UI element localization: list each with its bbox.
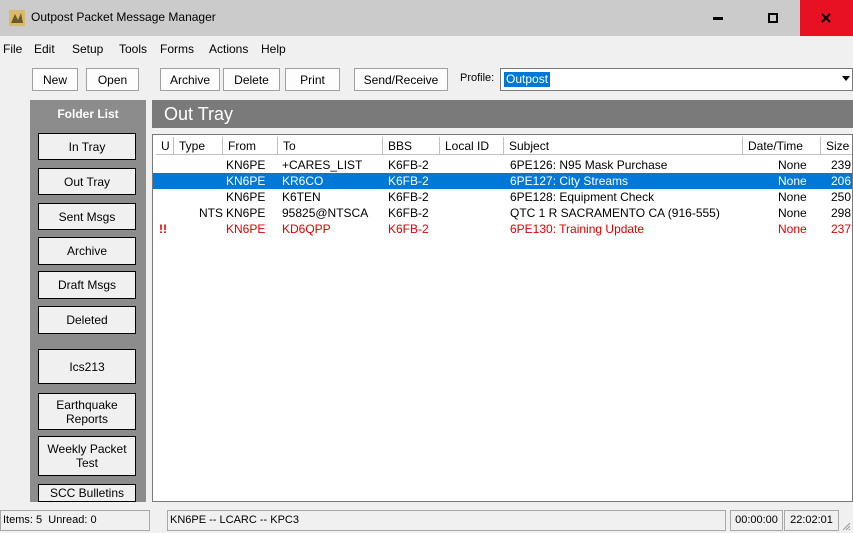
table-row[interactable]: KN6PE K6TEN K6FB-2 6PE128: Equipment Check N… bbox=[153, 189, 852, 205]
chevron-down-icon[interactable] bbox=[842, 76, 850, 81]
form-ics213[interactable]: Ics213 bbox=[38, 349, 136, 384]
cell-to: K6TEN bbox=[282, 190, 321, 204]
folder-sent-msgs[interactable]: Sent Msgs bbox=[38, 203, 136, 230]
menu-actions[interactable]: Actions bbox=[209, 42, 248, 56]
profile-value: Outpost bbox=[504, 72, 551, 87]
maximize-button[interactable] bbox=[746, 0, 799, 36]
profile-select[interactable]: Outpost bbox=[500, 68, 853, 91]
cell-date-time: None bbox=[778, 174, 807, 188]
column-header-local-id[interactable]: Local ID bbox=[440, 137, 504, 155]
folder-out-tray[interactable]: Out Tray bbox=[38, 168, 136, 195]
menu-help[interactable]: Help bbox=[261, 42, 286, 56]
toolbar: New Open Archive Delete Print Send/Recei… bbox=[0, 58, 853, 95]
table-row[interactable]: NTS KN6PE 95825@NTSCA K6FB-2 QTC 1 R SACRAME… bbox=[153, 205, 852, 221]
close-icon bbox=[821, 13, 831, 23]
cell-to: KR6CO bbox=[282, 174, 324, 188]
cell-size: 239 bbox=[831, 158, 852, 172]
close-button[interactable] bbox=[800, 0, 853, 36]
cell-from: KN6PE bbox=[226, 190, 266, 204]
cell-subject: QTC 1 R SACRAMENTO CA (916-555) bbox=[510, 206, 720, 220]
open-button[interactable]: Open bbox=[86, 68, 139, 91]
window-title: Outpost Packet Message Manager bbox=[31, 10, 216, 24]
folder-draft-msgs[interactable]: Draft Msgs bbox=[38, 271, 136, 299]
folder-list-title: Folder List bbox=[57, 107, 119, 121]
column-header-size[interactable]: Size bbox=[821, 137, 852, 155]
table-row[interactable]: KN6PE +CARES_LIST K6FB-2 6PE126: N95 Mask P… bbox=[153, 157, 852, 173]
status-bar: Items: 5 Unread: 0 KN6PE -- LCARC -- KPC… bbox=[0, 507, 853, 533]
menu-setup[interactable]: Setup bbox=[72, 42, 103, 56]
table-row[interactable]: !! KN6PE KD6QPP K6FB-2 6PE130: Training Upda… bbox=[153, 221, 852, 237]
message-list[interactable]: U Type From To BBS Local ID Subject Date… bbox=[152, 134, 853, 502]
cell-date-time: None bbox=[778, 206, 807, 220]
cell-date-time: None bbox=[778, 158, 807, 172]
cell-size: 250 bbox=[831, 190, 852, 204]
cell-to: +CARES_LIST bbox=[282, 158, 363, 172]
status-timer: 00:00:00 bbox=[730, 510, 783, 531]
cell-from: KN6PE bbox=[226, 222, 266, 236]
cell-subject: 6PE126: N95 Mask Purchase bbox=[510, 158, 668, 172]
cell-date-time: None bbox=[778, 190, 807, 204]
cell-to: 95825@NTSCA bbox=[282, 206, 369, 220]
cell-bbs: K6FB-2 bbox=[388, 158, 429, 172]
menu-edit[interactable]: Edit bbox=[34, 42, 55, 56]
column-header-u[interactable]: U bbox=[156, 137, 174, 155]
cell-date-time: None bbox=[778, 222, 807, 236]
cell-subject: 6PE127: City Streams bbox=[510, 174, 629, 188]
cell-subject: 6PE130: Training Update bbox=[510, 222, 645, 236]
delete-button[interactable]: Delete bbox=[223, 68, 280, 91]
column-header-subject[interactable]: Subject bbox=[504, 137, 743, 155]
status-unread: Unread: 0 bbox=[48, 514, 97, 526]
cell-from: KN6PE bbox=[226, 206, 266, 220]
cell-bbs: K6FB-2 bbox=[388, 222, 429, 236]
form-weekly-packet-test[interactable]: Weekly Packet Test bbox=[38, 436, 136, 476]
minimize-icon bbox=[713, 17, 723, 20]
minimize-button[interactable] bbox=[691, 0, 744, 36]
title-bar: Outpost Packet Message Manager bbox=[0, 0, 853, 36]
folder-deleted[interactable]: Deleted bbox=[38, 306, 136, 334]
table-row[interactable]: KN6PE KR6CO K6FB-2 6PE127: City Streams None… bbox=[153, 173, 852, 189]
column-header-type[interactable]: Type bbox=[174, 137, 223, 155]
form-earthquake-reports[interactable]: Earthquake Reports bbox=[38, 393, 136, 430]
folder-list-panel: Folder List In Tray Out Tray Sent Msgs A… bbox=[30, 100, 146, 502]
print-button[interactable]: Print bbox=[285, 68, 340, 91]
folder-title: Out Tray bbox=[152, 100, 853, 128]
menu-bar: File Edit Setup Tools Forms Actions Help bbox=[0, 36, 853, 58]
column-header-from[interactable]: From bbox=[223, 137, 278, 155]
status-items: Items: 5 bbox=[3, 514, 43, 526]
profile-label: Profile: bbox=[460, 72, 495, 84]
column-header-date-time[interactable]: Date/Time bbox=[743, 137, 821, 155]
cell-size: 298 bbox=[831, 206, 852, 220]
cell-size: 206 bbox=[831, 174, 852, 188]
folder-archive[interactable]: Archive bbox=[38, 237, 136, 265]
cell-type: NTS bbox=[199, 206, 223, 220]
cell-to: KD6QPP bbox=[282, 222, 331, 236]
status-clock: 22:02:01 bbox=[784, 510, 839, 531]
menu-file[interactable]: File bbox=[3, 42, 22, 56]
archive-button[interactable]: Archive bbox=[160, 68, 220, 91]
cell-bbs: K6FB-2 bbox=[388, 206, 429, 220]
status-counts: Items: 5 Unread: 0 bbox=[0, 510, 150, 531]
status-station: KN6PE -- LCARC -- KPC3 bbox=[167, 510, 726, 531]
app-icon bbox=[9, 10, 25, 26]
cell-u: !! bbox=[159, 222, 167, 236]
send-receive-button[interactable]: Send/Receive bbox=[354, 68, 448, 91]
folder-in-tray[interactable]: In Tray bbox=[38, 133, 136, 160]
cell-bbs: K6FB-2 bbox=[388, 190, 429, 204]
menu-forms[interactable]: Forms bbox=[160, 42, 194, 56]
menu-tools[interactable]: Tools bbox=[119, 42, 147, 56]
cell-subject: 6PE128: Equipment Check bbox=[510, 190, 655, 204]
form-scc-bulletins[interactable]: SCC Bulletins bbox=[38, 484, 136, 502]
column-header-bbs[interactable]: BBS bbox=[383, 137, 440, 155]
cell-bbs: K6FB-2 bbox=[388, 174, 429, 188]
new-button[interactable]: New bbox=[32, 68, 78, 91]
maximize-icon bbox=[768, 13, 778, 23]
cell-from: KN6PE bbox=[226, 158, 266, 172]
cell-from: KN6PE bbox=[226, 174, 266, 188]
resize-grip-icon[interactable] bbox=[841, 521, 851, 531]
cell-size: 237 bbox=[831, 222, 852, 236]
column-header-to[interactable]: To bbox=[278, 137, 383, 155]
